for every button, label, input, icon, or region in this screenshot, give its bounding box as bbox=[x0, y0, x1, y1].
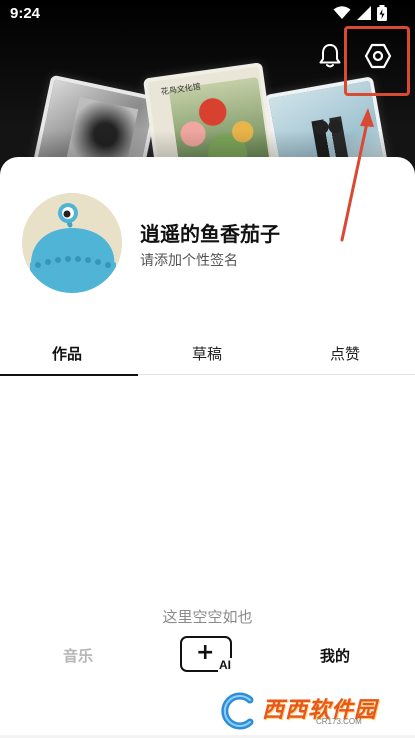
octopus-avatar-icon bbox=[22, 193, 122, 293]
bell-icon bbox=[319, 44, 341, 68]
signature-prompt[interactable]: 请添加个性签名 bbox=[140, 250, 238, 270]
status-icons bbox=[333, 5, 387, 21]
watermark-url: CR173.COM bbox=[316, 717, 362, 726]
nav-mine[interactable]: 我的 bbox=[320, 645, 350, 666]
signal-icon bbox=[357, 6, 371, 20]
watermark-logo: 西西软件园 CR173.COM bbox=[218, 690, 398, 730]
annotation-arrow bbox=[340, 108, 374, 242]
nav-create-ai-button[interactable]: + AI bbox=[180, 636, 236, 676]
active-tab-indicator bbox=[0, 374, 138, 376]
empty-state-text: 这里空空如也 bbox=[162, 608, 253, 626]
create-plus-icon: + bbox=[196, 640, 215, 665]
profile-tabs: 作品 草稿 点赞 bbox=[0, 333, 415, 375]
username: 逍遥的鱼香茄子 bbox=[140, 222, 280, 246]
wifi-icon bbox=[333, 6, 351, 19]
notification-bell-button[interactable] bbox=[316, 42, 344, 70]
avatar[interactable] bbox=[22, 193, 122, 293]
tab-likes[interactable]: 点赞 bbox=[330, 343, 360, 364]
watermark-c-icon bbox=[221, 692, 254, 730]
tab-drafts[interactable]: 草稿 bbox=[192, 343, 222, 364]
status-time: 9:24 bbox=[10, 5, 41, 22]
battery-icon bbox=[377, 5, 387, 21]
create-ai-label: AI bbox=[218, 658, 232, 672]
status-bar: 9:24 bbox=[0, 0, 415, 28]
tab-works[interactable]: 作品 bbox=[52, 343, 82, 364]
nav-music[interactable]: 音乐 bbox=[63, 645, 93, 666]
annotation-highlight-box bbox=[344, 26, 410, 96]
